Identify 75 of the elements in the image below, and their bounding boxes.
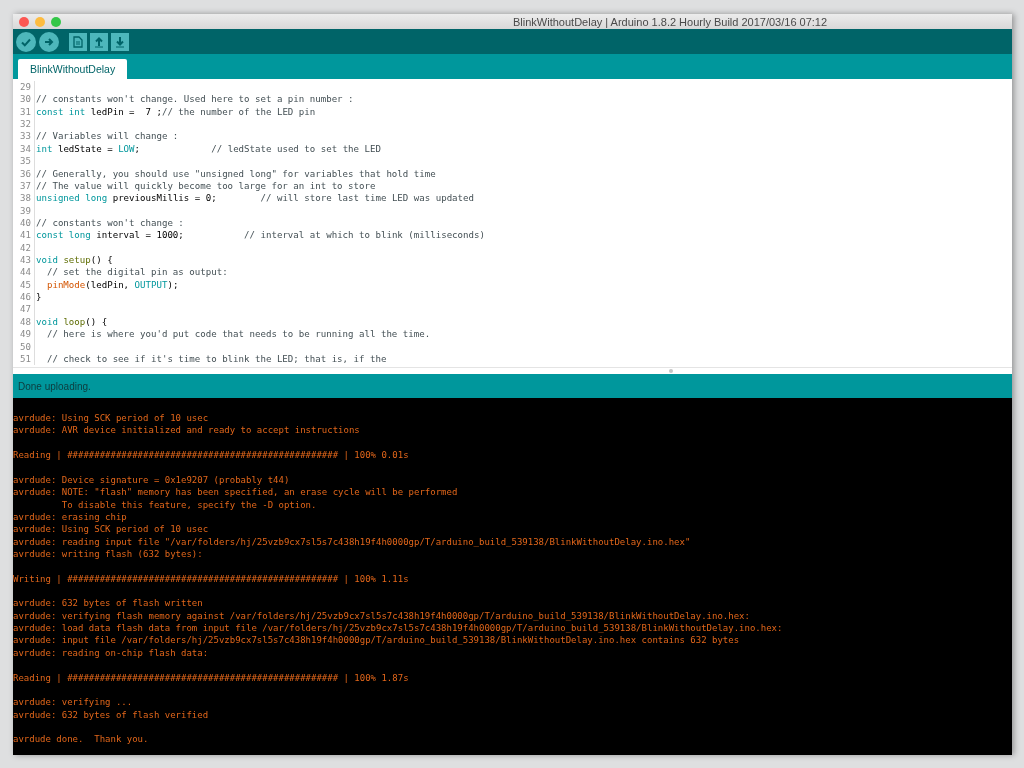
line-number: 34: [14, 142, 35, 156]
file-tab[interactable]: BlinkWithoutDelay: [18, 59, 128, 79]
line-number: 46: [14, 291, 35, 304]
save-button[interactable]: [111, 32, 129, 51]
code-line: // constants won't change. Used here to set a pin number :: [35, 93, 354, 106]
line-number: 43: [14, 254, 35, 267]
code-line: void loop() {: [35, 315, 108, 329]
code-line: const int ledPin = 7 ;// the number of the LED pin: [35, 105, 316, 119]
console-line: Reading | ################################################## | 100% 0.01s: [13, 449, 410, 462]
line-number: 38: [14, 192, 35, 205]
code-line: // constants won't change :: [35, 216, 184, 230]
code-editor[interactable]: [13, 79, 1012, 367]
console-line: avrdude: 632 bytes of flash written: [13, 597, 204, 610]
code-line: // Generally, you should use "unsigned long" for variables that hold time: [35, 167, 436, 180]
status-message: Done uploading.: [18, 380, 91, 392]
console-line: avrdude: erasing chip: [13, 510, 128, 524]
line-number: 39: [14, 204, 35, 217]
console-line: avrdude: NOTE: "flash" memory has been specified, an erase cycle will be performed: [13, 486, 459, 499]
console-line: Reading | ################################################## | 100% 1.87s: [13, 671, 410, 684]
console-line: avrdude done. Thank you.: [13, 733, 150, 746]
code-line: // Variables will change :: [35, 130, 179, 143]
code-line: // set the digital pin as output:: [45, 266, 228, 279]
line-number: 41: [14, 229, 35, 242]
arrow-up-icon: [94, 35, 104, 48]
verify-button[interactable]: [16, 31, 36, 52]
console-line: avrdude: reading on-chip flash data:: [13, 646, 210, 660]
console-line: avrdude: verifying ...: [13, 696, 134, 709]
line-number: 51: [14, 352, 35, 366]
upload-button[interactable]: [39, 31, 59, 52]
code-line: // The value will quickly become too large for an int to store: [35, 179, 376, 193]
console-line: avrdude: reading input file "/var/folders/hj/25vzb9cx7sl5s7c438h19f4h0000gp/T/arduino_build_539138/BlinkWithoutDelay.ino.hex": [13, 535, 692, 548]
line-number: 29: [14, 81, 35, 94]
line-number: 37: [14, 179, 35, 193]
console-line: avrdude: Using SCK period of 10 usec: [13, 412, 210, 425]
line-number: 32: [14, 118, 35, 131]
close-button[interactable]: [19, 16, 29, 27]
console-line: avrdude: writing flash (632 bytes):: [13, 547, 204, 561]
line-number: 45: [14, 278, 35, 292]
console-line: avrdude: Using SCK period of 10 usec: [13, 523, 210, 536]
code-line: pinMode(ledPin, OUTPUT);: [45, 278, 179, 292]
line-number: 48: [14, 315, 35, 329]
code-line: }: [35, 291, 42, 304]
code-line: int ledState = LOW; // ledState used to set the LED: [35, 142, 381, 156]
console-line: avrdude: 632 bytes of flash verified: [13, 708, 210, 721]
console-line: avrdude: Device signature = 0x1e9207 (probably t44): [13, 473, 291, 487]
line-number: 31: [14, 105, 35, 119]
line-number: 33: [14, 130, 35, 143]
document-icon: [73, 35, 83, 48]
line-number: 44: [14, 266, 35, 279]
console-line: To disable this feature, specify the -D option.: [60, 498, 318, 511]
line-number: 49: [14, 328, 35, 341]
zoom-button[interactable]: [51, 16, 61, 27]
splitter-handle[interactable]: [668, 369, 673, 373]
arrow-down-icon: [115, 35, 125, 48]
console-line: avrdude: input file /var/folders/hj/25vzb9cx7sl5s7c438h19f4h0000gp/T/arduino_build_539138/BlinkWithoutDelay.ino.hex contains 632 bytes: [13, 634, 741, 647]
arrow-right-icon: [43, 35, 55, 48]
console-line: avrdude: AVR device initialized and ready to accept instructions: [13, 424, 361, 437]
open-button[interactable]: [90, 32, 108, 51]
window-title: BlinkWithoutDelay | Arduino 1.8.2 Hourly Build 2017/03/16 07:12: [513, 15, 828, 28]
console-line: avrdude: verifying flash memory against /var/folders/hj/25vzb9cx7sl5s7c438h19f4h0000gp/T/arduino_build_539138/BlinkWithoutDelay.ino.hex:: [13, 609, 751, 623]
code-line: void setup() {: [35, 254, 113, 267]
console-line: Writing | ################################################## | 100% 1.11s: [13, 572, 410, 586]
line-number: 47: [14, 303, 35, 316]
code-line: // here is where you'd put code that needs to be running all the time.: [45, 328, 431, 341]
code-line: unsigned long previousMillis = 0; // will store last time LED was updated: [35, 192, 475, 205]
code-line: // check to see if it's time to blink the LED; that is, if the: [45, 352, 387, 366]
line-number: 36: [14, 167, 35, 180]
line-number: 35: [14, 155, 35, 168]
new-button[interactable]: [69, 32, 87, 51]
line-number: 30: [14, 93, 35, 106]
line-number: 40: [14, 216, 35, 230]
line-number: 42: [14, 241, 35, 255]
line-number: 50: [14, 340, 35, 353]
code-line: const long interval = 1000; // interval at which to blink (milliseconds): [35, 229, 485, 242]
console-line: avrdude: load data flash data from input file /var/folders/hj/25vzb9cx7sl5s7c438h19f4h0000gp/T/arduino_build_539138/BlinkWithoutDelay.ino.hex:: [13, 622, 784, 635]
